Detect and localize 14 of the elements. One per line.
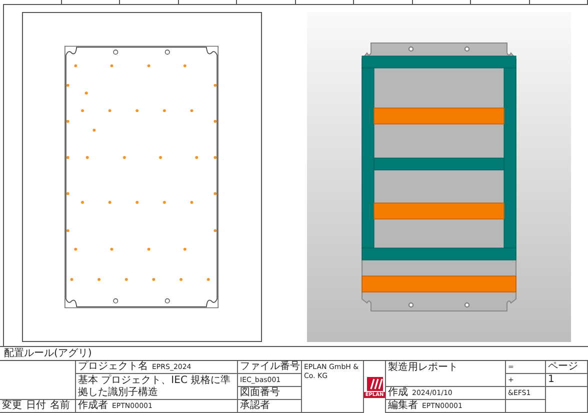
- field-label: 編集者: [388, 400, 418, 412]
- column-label: 名前: [50, 400, 70, 412]
- field-label: 図面番号: [240, 387, 280, 399]
- field-label: 作成: [388, 387, 408, 399]
- report-title: 製造用レポート: [388, 361, 458, 374]
- page-label: 1: [548, 374, 554, 386]
- column-label: 日付: [26, 400, 46, 412]
- field-label: 承認者: [240, 400, 270, 412]
- sheet-label: 配置ルール(アグリ): [4, 348, 92, 360]
- field-label: ファイル番号: [240, 361, 300, 373]
- logo-icon: [366, 376, 382, 390]
- page-label: ページ: [548, 361, 578, 373]
- field-label: 作成者: [78, 400, 108, 412]
- project-description: 基本 プロジェクト、IEC 規格に準拠した識別子構造: [78, 374, 232, 398]
